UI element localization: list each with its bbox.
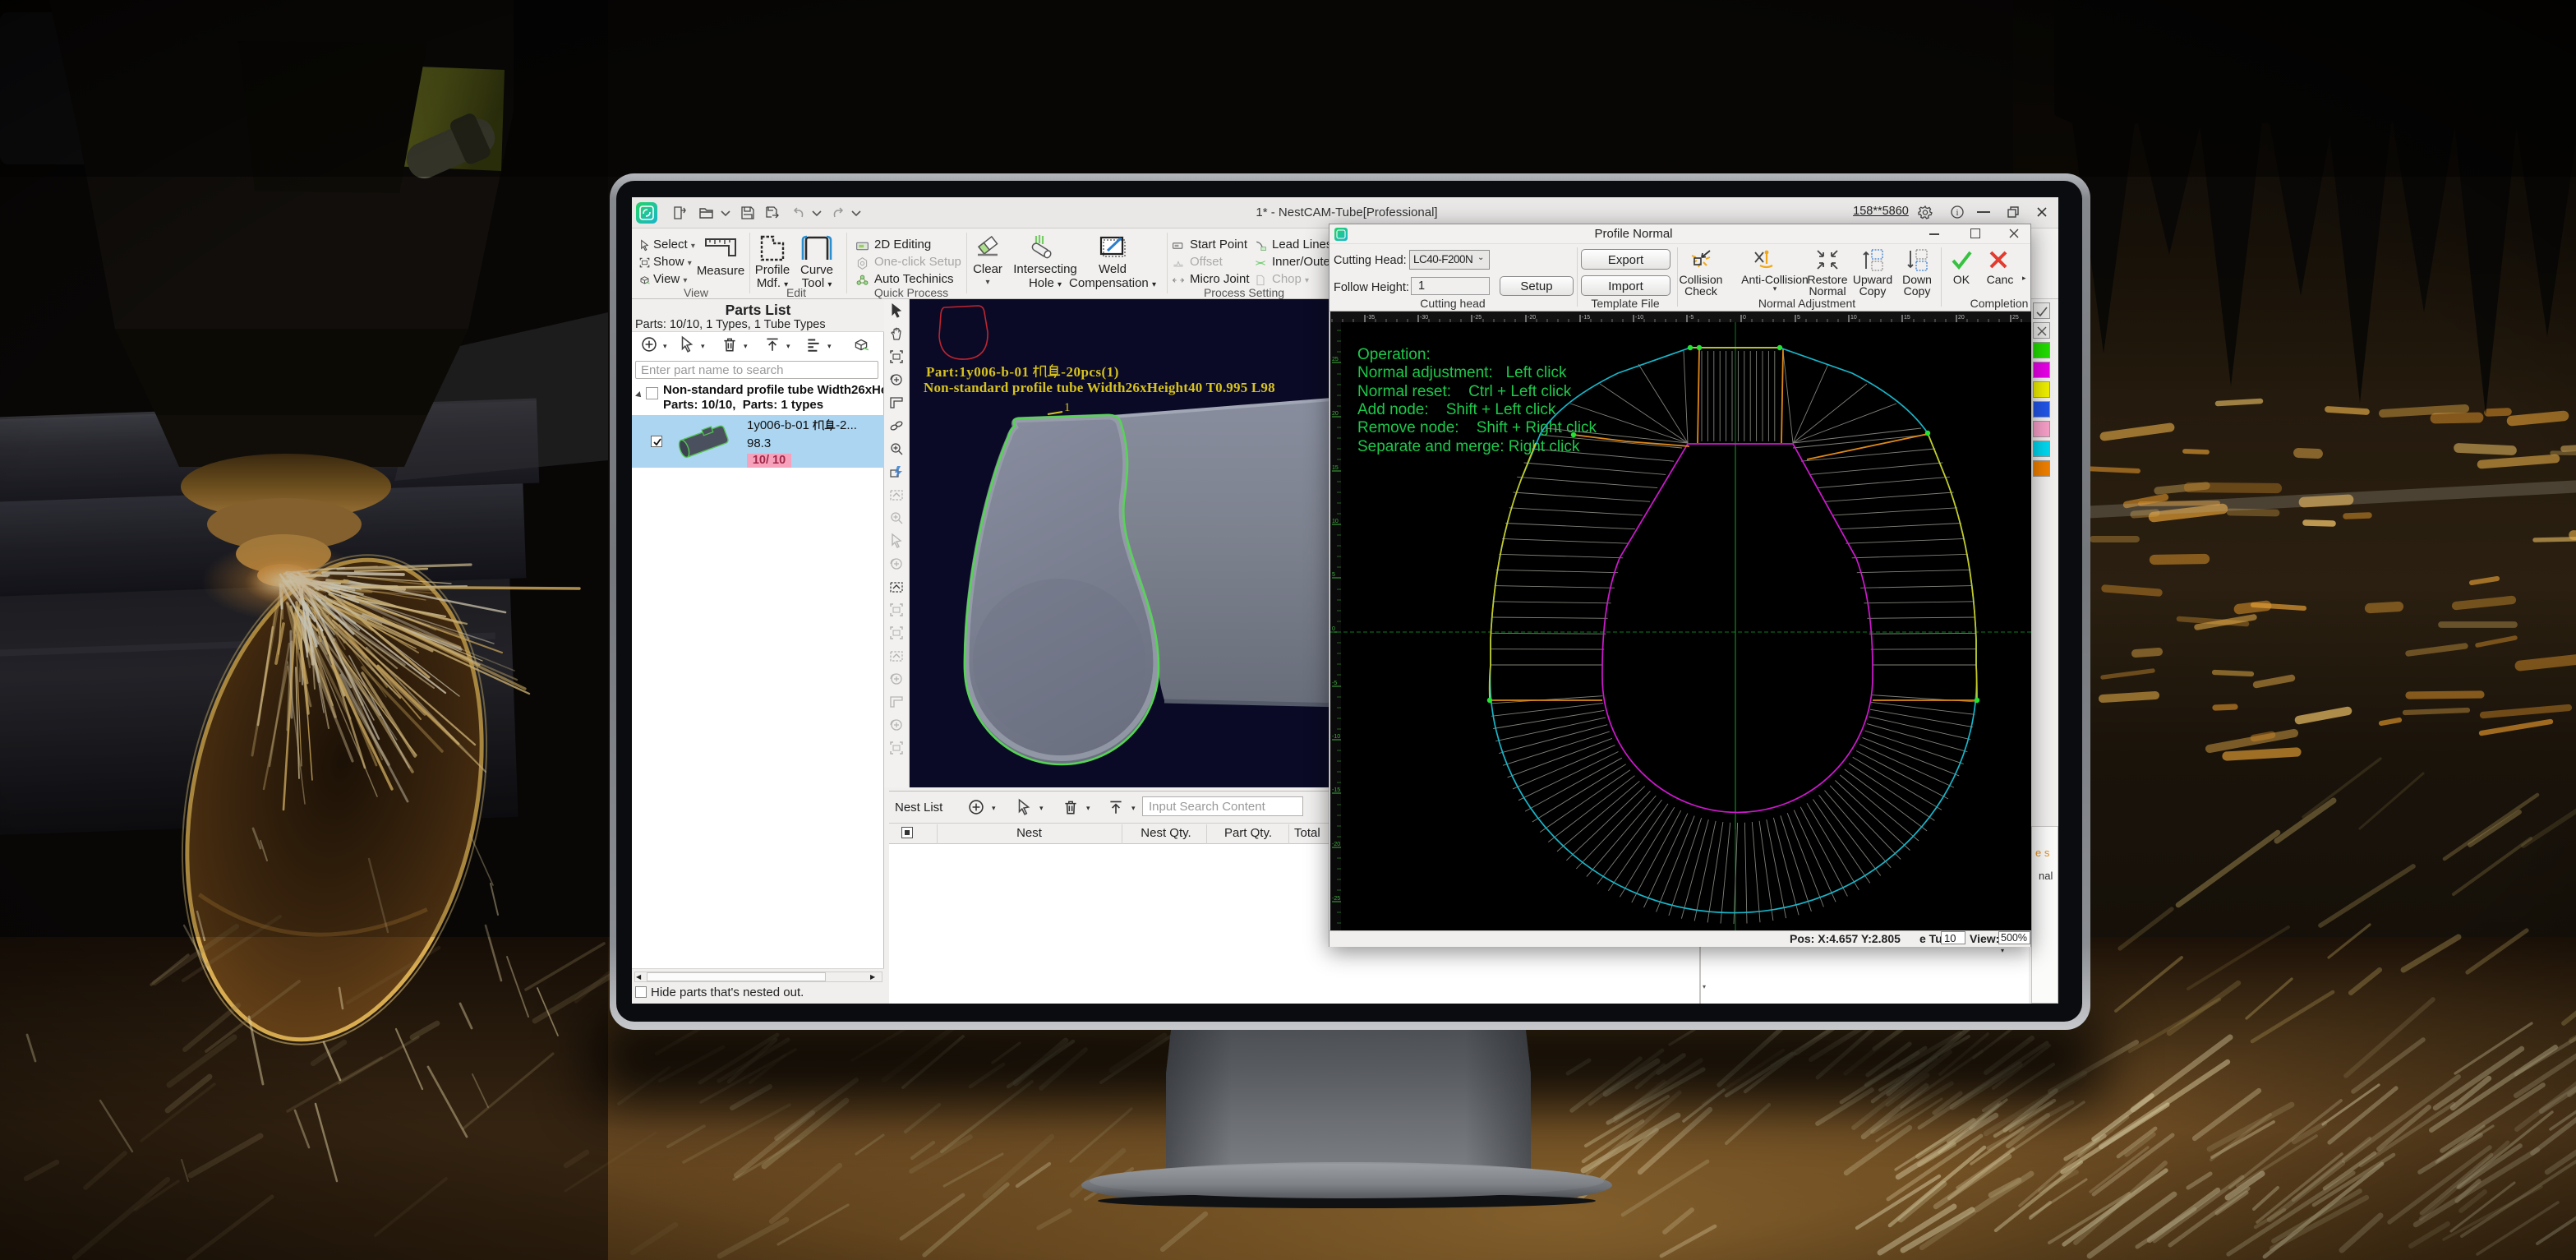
svg-text:-5: -5 [1332, 681, 1337, 686]
svg-text:5: 5 [1797, 315, 1800, 321]
svg-text:0: 0 [1743, 315, 1746, 321]
svg-text:i: i [1956, 208, 1958, 218]
svg-text:20: 20 [1958, 315, 1965, 321]
svg-text:Remove node: Shift + Right: Remove node: Shift + Right click [1357, 419, 1597, 436]
svg-text:Normal reset: Ctrl + Left c: Normal reset: Ctrl + Left click [1357, 383, 1572, 400]
svg-text:10: 10 [1332, 519, 1339, 524]
svg-text:20: 20 [1332, 411, 1339, 417]
svg-text:-15: -15 [1332, 787, 1340, 793]
svg-text:Separate and merge: Right clic: Separate and merge: Right click [1357, 438, 1580, 455]
svg-text:-20: -20 [1528, 315, 1536, 321]
svg-text:0: 0 [1332, 626, 1335, 632]
svg-text:-15: -15 [1582, 315, 1590, 321]
svg-text:5: 5 [1332, 572, 1335, 578]
svg-text:Operation:: Operation: [1357, 346, 1431, 363]
svg-text:-10: -10 [1332, 734, 1340, 740]
svg-text:Normal adjustment: Left clic: Normal adjustment: Left click [1357, 364, 1567, 381]
svg-text:-25: -25 [1473, 315, 1482, 321]
svg-text:-25: -25 [1332, 896, 1340, 902]
svg-text:1: 1 [1064, 401, 1071, 414]
svg-text:15: 15 [1332, 465, 1339, 471]
svg-text:25: 25 [1332, 357, 1339, 362]
svg-text:25: 25 [2012, 315, 2019, 321]
svg-text:Add node: Shift + Left clic: Add node: Shift + Left click [1357, 401, 1556, 418]
svg-text:-20: -20 [1332, 842, 1340, 847]
svg-text:10: 10 [1850, 315, 1857, 321]
svg-text:-35: -35 [1366, 315, 1375, 321]
svg-text:-5: -5 [1689, 315, 1694, 321]
svg-text:-30: -30 [1420, 315, 1428, 321]
svg-text:15: 15 [1904, 315, 1910, 321]
svg-text:-10: -10 [1635, 315, 1643, 321]
